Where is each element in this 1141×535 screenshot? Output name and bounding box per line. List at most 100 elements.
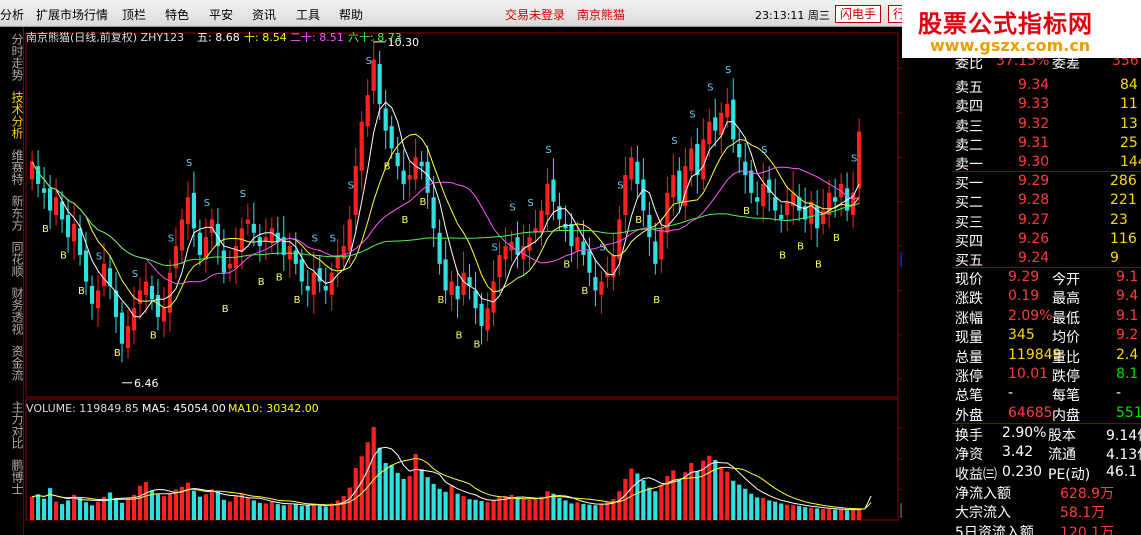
stat2-label-2: 股本 [1048,428,1076,444]
candle-body [119,312,125,344]
bid-volume: 23 [1110,211,1128,228]
bid-level-row: 买二 9.28 221 [952,191,1141,211]
volume-bar [629,468,634,520]
stat-label-2: 均价 [1052,330,1080,347]
candle-body [179,219,185,251]
volume-bar [557,497,562,520]
candle-body [755,197,760,202]
trade-login-status[interactable]: 交易未登录 [505,6,565,23]
volume-bar [263,503,268,520]
menu-help[interactable]: 帮助 [339,6,363,23]
volume-bar [839,509,844,520]
volume-bar [119,502,125,520]
stat-label: 涨幅 [955,310,983,327]
signal-marker: B [473,339,480,350]
candle-body [71,223,77,242]
candle-body [635,161,640,184]
candle-body [677,170,682,202]
candle-body [479,303,484,326]
signal-marker: S [204,198,210,209]
candle-body [353,166,358,215]
volume-bar [89,505,95,520]
volume-bar [785,504,790,520]
menu-tools[interactable]: 工具 [296,6,320,23]
candle-body [647,215,652,238]
signal-marker: S [348,180,354,191]
stats-divider [952,423,1141,424]
bid-level-row: 买一 9.29 286 [952,172,1141,192]
kline-chart[interactable]: 10.009.509.008.508.007.507.006.501500010… [0,27,902,535]
tab-technical-analysis[interactable]: 技术分析 [0,89,24,141]
candle-body [659,228,664,260]
bid-level-row: 买三 9.27 23 [952,211,1141,231]
bid-price: 9.26 [1018,230,1050,247]
flow-value: 120.1万 [1060,524,1115,535]
ask-price: 9.34 [1018,77,1050,93]
signal-marker: B [455,330,462,341]
left-tab-bar: 分时走势 技术分析 维赛特 新东方 同花顺 财务透视 资金流 主力对比 鹏博士 [0,27,24,535]
signal-marker: B [438,295,445,306]
tab-money-flow[interactable]: 资金流 [0,343,24,383]
candle-body [197,232,202,255]
volume-bar [689,463,694,520]
stat-value: 0.19 [1008,288,1040,305]
ask-level-row: 卖一9.30144 [952,153,1141,173]
volume-bar [389,464,394,520]
candle-body [329,272,334,295]
volume-bar [431,483,436,520]
menu-features[interactable]: 特色 [165,6,189,23]
flash-order-button[interactable]: 闪电手 [835,5,882,23]
tab-pengboshi[interactable]: 鹏博士 [0,457,24,497]
candle-body [209,219,214,233]
menu-pingan[interactable]: 平安 [209,6,233,23]
volume-bar [767,500,772,520]
candle-body [89,286,95,304]
tab-main-compare[interactable]: 主力对比 [0,399,24,451]
volume-bar [851,509,856,520]
stock-name-link[interactable]: 南京熊猫 [577,6,625,23]
menu-analysis[interactable]: 分析 [0,6,24,23]
tab-intraday[interactable]: 分时走势 [0,31,24,83]
signal-marker: S [168,234,174,245]
ma60-label: 六十: 8.73 [348,31,402,44]
chart-area[interactable]: 10.009.509.008.508.007.507.006.501500010… [0,27,902,535]
candle-body [461,272,466,295]
volume-bar [281,505,286,520]
candle-body [149,286,155,300]
volume-bar [797,505,802,520]
menu-extended-market[interactable]: 扩展市场行情 [36,6,108,23]
ma5-label: 五: 8.68 [197,31,240,44]
volume-bar [437,488,442,520]
flow-label: 净流入额 [955,486,1011,502]
ask-price: 9.30 [1018,154,1050,171]
ask-level-row: 卖四 9.33 11 [952,95,1141,115]
candle-body [671,175,676,198]
menu-top-bar[interactable]: 顶栏 [122,6,146,23]
volume-bar [287,504,292,520]
tab-weisaite[interactable]: 维赛特 [0,147,24,187]
volume-bar [209,489,214,520]
signal-marker: S [96,251,102,262]
volume-bar [143,482,149,520]
stat2-label: 换手 [955,428,983,444]
volume-bar [30,496,35,520]
clock: 23:13:11 周三 [755,7,830,23]
volume-bar [737,484,742,520]
tab-xindongfang[interactable]: 新东方 [0,193,24,233]
tab-financial[interactable]: 财务透视 [0,285,24,337]
bid-level-label: 买三 [955,214,983,231]
menu-news[interactable]: 资讯 [252,6,276,23]
candle-body [695,143,700,176]
stat-value-2: 2.4 [1116,346,1139,363]
tab-tonghuashun[interactable]: 同花顺 [0,239,24,279]
volume-bar [587,504,592,520]
candle-body [773,197,778,211]
volume-bar [251,500,256,520]
flow-row: 大宗流入 58.1万 [952,501,1141,521]
candle-body [779,215,784,220]
volume-bar [761,497,766,520]
candle-body [413,157,418,180]
bid-price: 9.28 [1018,192,1050,209]
volume-bar [731,480,736,520]
volume-bar [233,496,238,520]
